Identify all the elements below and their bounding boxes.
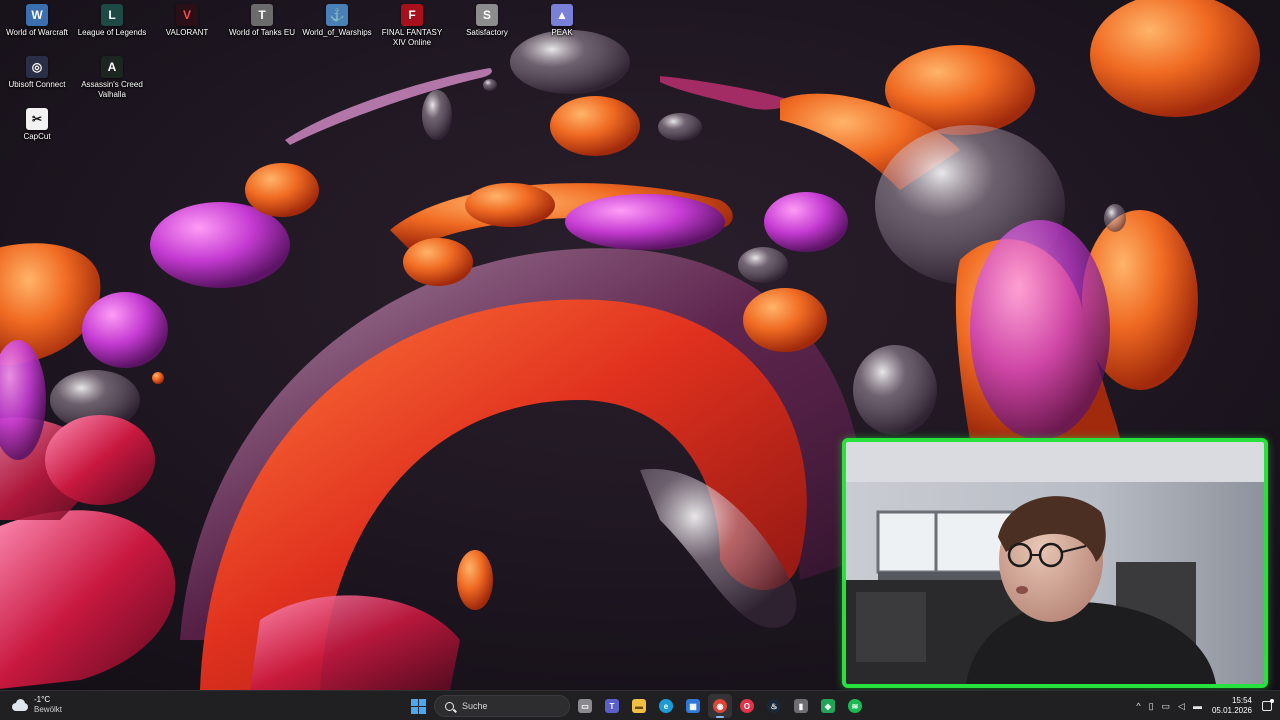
taskbar-microsoft-store[interactable]: ▦ [681,694,705,718]
webcam-feed [846,442,1264,684]
taskbar-chrome[interactable]: ◉ [708,694,732,718]
discord-icon: ◈ [821,699,835,713]
taskbar-edge[interactable]: e [654,694,678,718]
desktop-icon-label: Satisfactory [466,28,508,37]
cloud-icon [10,699,28,711]
start-button[interactable] [406,694,430,718]
peak-icon: ▲ [551,4,573,26]
windows-logo-icon [410,698,426,714]
webcam-overlay [842,438,1268,688]
taskbar: -1°C Bewölkt Suche ▭ T ▬ e ▦ ◉ O ♨ ▮ ◈ ≋… [0,690,1280,720]
network-icon[interactable]: ▭ [1162,701,1171,712]
desktop-icon-valorant[interactable]: V VALORANT [150,4,224,38]
system-tray: ^ ▯ ▭ ◁ ▬ 15:54 05.01.2026 [1128,694,1274,718]
desktop-icon-label: Assassin's Creed Valhalla [81,80,143,99]
desktop-icon-label: World of Warcraft [6,28,68,37]
desktop-icon-label: FINAL FANTASY XIV Online [381,28,443,47]
search-icon [445,701,454,711]
desktop-icon-label: Ubisoft Connect [8,80,66,89]
desktop-icon-capcut[interactable]: ✂ CapCut [0,108,74,142]
desktop-icon-label: World_of_Warships [302,28,372,37]
weather-condition: Bewölkt [34,705,63,714]
search-placeholder: Suche [462,701,488,711]
desktop-icon-label: CapCut [23,132,51,141]
world-of-warcraft-icon: W [26,4,48,26]
desktop-icon-label: League of Legends [77,28,147,37]
taskbar-teams[interactable]: T [600,694,624,718]
clock-date: 05.01.2026 [1211,706,1252,715]
microsoft-store-icon: ▦ [686,699,700,713]
taskbar-app[interactable]: ▮ [789,694,813,718]
desktop-icon-label: VALORANT [165,28,209,37]
ubisoft-connect-icon: ◎ [26,56,48,78]
desktop-icon-final-fantasy-xiv[interactable]: F FINAL FANTASY XIV Online [375,4,449,48]
world-of-tanks-icon: T [251,4,273,26]
usb-icon[interactable]: ▯ [1149,701,1154,712]
desktop-icon-peak[interactable]: ▲ PEAK [525,4,599,38]
weather-temperature: -1°C [34,695,51,704]
final-fantasy-xiv-icon: F [401,4,423,26]
valorant-icon: V [176,4,198,26]
desktop-icon-league-of-legends[interactable]: L League of Legends [75,4,149,38]
desktop-icon-satisfactory[interactable]: S Satisfactory [450,4,524,38]
volume-icon[interactable]: ◁ [1178,701,1185,712]
assassins-creed-valhalla-icon: A [101,56,123,78]
capcut-icon: ✂ [26,108,48,130]
league-of-legends-icon: L [101,4,123,26]
taskbar-spotify[interactable]: ≋ [843,694,867,718]
desktop-icon-label: PEAK [551,28,573,37]
taskbar-task-view[interactable]: ▭ [573,694,597,718]
notification-bell-icon[interactable] [1262,699,1274,711]
taskbar-steam[interactable]: ♨ [762,694,786,718]
satisfactory-icon: S [476,4,498,26]
teams-icon: T [605,699,619,713]
desktop-icon-assassins-creed-valhalla[interactable]: A Assassin's Creed Valhalla [75,56,149,100]
desktop-icon-label: World of Tanks EU [229,28,295,37]
steam-icon: ♨ [767,699,781,713]
chrome-icon: ◉ [713,699,727,713]
desktop-icon-world-of-warcraft[interactable]: W World of Warcraft [0,4,74,38]
taskbar-file-explorer[interactable]: ▬ [627,694,651,718]
opera-gx-icon: O [740,699,754,713]
taskbar-opera-gx[interactable]: O [735,694,759,718]
spotify-icon: ≋ [848,699,862,713]
file-explorer-icon: ▬ [632,699,646,713]
desktop-icon-world-of-warships[interactable]: ⚓ World_of_Warships [300,4,374,38]
world-of-warships-icon: ⚓ [326,4,348,26]
desktop-icon-world-of-tanks[interactable]: T World of Tanks EU [225,4,299,38]
tray-overflow-chevron-icon[interactable]: ^ [1136,701,1140,711]
task-view-icon: ▭ [578,699,592,713]
weather-widget[interactable]: -1°C Bewölkt [10,695,62,715]
app-icon: ▮ [794,699,808,713]
edge-icon: e [659,699,673,713]
clock-time: 15:54 [1231,696,1252,705]
desktop-icon-ubisoft-connect[interactable]: ◎ Ubisoft Connect [0,56,74,90]
taskbar-clock[interactable]: 15:54 05.01.2026 [1212,696,1252,716]
taskbar-search[interactable]: Suche [434,695,570,717]
taskbar-center: Suche ▭ T ▬ e ▦ ◉ O ♨ ▮ ◈ ≋ [406,694,867,718]
taskbar-discord[interactable]: ◈ [816,694,840,718]
battery-icon[interactable]: ▬ [1193,701,1202,711]
